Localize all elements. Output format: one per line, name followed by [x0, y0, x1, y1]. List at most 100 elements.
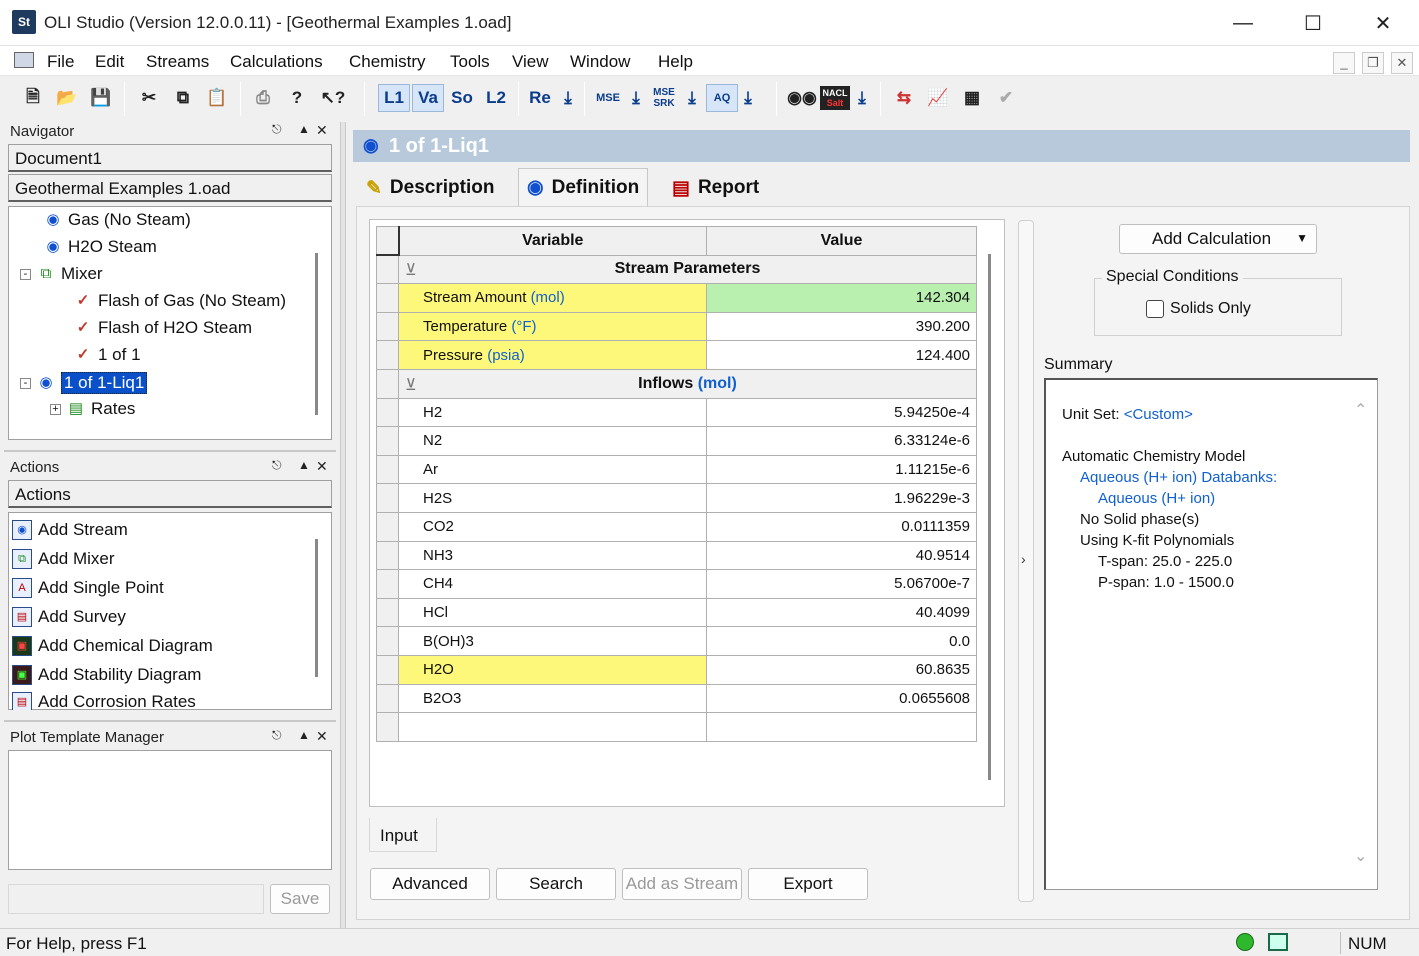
- table-row[interactable]: B2O3 0.0655608: [376, 683, 977, 714]
- collapse-pane-icon[interactable]: ▲: [298, 458, 310, 472]
- tab-description[interactable]: ✎ Description: [358, 170, 502, 206]
- menu-streams[interactable]: Streams: [146, 52, 209, 72]
- convert-units-icon[interactable]: ⇆: [890, 84, 918, 112]
- checkbox-box[interactable]: [1146, 300, 1164, 318]
- salt-down-arrow-icon[interactable]: ⤓: [852, 84, 872, 112]
- child-restore-button[interactable]: ❐: [1362, 52, 1384, 74]
- l2-button[interactable]: L2: [480, 84, 512, 112]
- child-close-button[interactable]: ✕: [1391, 52, 1413, 74]
- table-row[interactable]: HCl 40.4099: [376, 597, 977, 628]
- table-row[interactable]: H2O 60.8635: [376, 654, 977, 685]
- actions-scrollbar[interactable]: [315, 539, 318, 677]
- left-splitter[interactable]: [340, 122, 346, 928]
- tree-node-flash-h2o[interactable]: ✓ Flash of H2O Steam: [74, 318, 252, 338]
- param-value[interactable]: 390.200: [706, 311, 977, 342]
- table-row[interactable]: Temperature (°F) 390.200: [376, 311, 977, 342]
- menu-chemistry[interactable]: Chemistry: [349, 52, 426, 72]
- scroll-up-icon[interactable]: ⌃: [1354, 400, 1367, 420]
- va-button[interactable]: Va: [412, 84, 444, 112]
- save-template-button[interactable]: Save: [270, 884, 330, 914]
- grid-scrollbar[interactable]: [988, 254, 991, 780]
- pin-icon[interactable]: ⎋: [272, 728, 282, 743]
- add-corrosion-rates-action[interactable]: ▤ Add Corrosion Rates: [12, 692, 196, 710]
- help-icon[interactable]: ?: [284, 84, 310, 112]
- column-header-variable[interactable]: Variable: [398, 226, 707, 256]
- chart-icon[interactable]: 📈: [924, 84, 952, 112]
- nacl-salt-button[interactable]: NACL Salt: [820, 86, 850, 110]
- tree-node-mixer[interactable]: - ⧉ Mixer: [20, 264, 103, 284]
- add-single-point-action[interactable]: A Add Single Point: [12, 578, 164, 598]
- tree-node-gas[interactable]: ◉ Gas (No Steam): [44, 210, 190, 230]
- databank-link[interactable]: Aqueous (H+ ion): [1098, 490, 1215, 507]
- open-folder-icon[interactable]: 📂: [54, 84, 80, 112]
- add-survey-action[interactable]: ▤ Add Survey: [12, 607, 126, 627]
- expand-toggle-icon[interactable]: +: [50, 403, 61, 415]
- template-name-input[interactable]: [8, 884, 264, 914]
- child-minimize-button[interactable]: _: [1333, 52, 1355, 74]
- section-stream-parameters[interactable]: ⊻ Stream Parameters: [398, 254, 977, 285]
- search-button[interactable]: Search: [496, 868, 616, 900]
- panel-splitter[interactable]: ›: [1018, 220, 1034, 902]
- menu-tools[interactable]: Tools: [450, 52, 490, 72]
- aq-down-arrow-icon[interactable]: ⤓: [738, 84, 758, 112]
- minimize-button[interactable]: —: [1208, 0, 1278, 46]
- collapse-toggle-icon[interactable]: -: [20, 377, 31, 389]
- re-button[interactable]: Re: [524, 84, 556, 112]
- context-help-icon[interactable]: ↖?: [318, 84, 348, 112]
- param-value[interactable]: 124.400: [706, 340, 977, 370]
- properties-icon[interactable]: ▦: [958, 84, 986, 112]
- table-row[interactable]: Stream Amount (mol) 142.304: [376, 283, 977, 313]
- tree-node-flash-gas[interactable]: ✓ Flash of Gas (No Steam): [74, 291, 286, 311]
- menu-window[interactable]: Window: [570, 52, 630, 72]
- table-row[interactable]: CH4 5.06700e-7: [376, 569, 977, 599]
- add-chemical-diagram-action[interactable]: ▣ Add Chemical Diagram: [12, 636, 213, 656]
- section-collapse-icon[interactable]: ⊻: [405, 375, 417, 395]
- section-collapse-icon[interactable]: ⊻: [405, 260, 417, 280]
- tab-input[interactable]: Input: [369, 818, 437, 852]
- tree-scrollbar[interactable]: [315, 253, 318, 415]
- document-menu-icon[interactable]: [14, 52, 34, 68]
- tree-node-liq1[interactable]: - ◉ 1 of 1-Liq1: [20, 372, 148, 394]
- table-row[interactable]: B(OH)3 0.0: [376, 626, 977, 656]
- mse-button[interactable]: MSE: [592, 84, 624, 112]
- document-bar[interactable]: Document1: [8, 144, 332, 172]
- expand-arrow-icon[interactable]: ›: [1021, 551, 1026, 567]
- maximize-button[interactable]: ☐: [1278, 0, 1348, 46]
- plot-template-list[interactable]: [8, 750, 332, 870]
- cut-icon[interactable]: ✂: [136, 84, 162, 112]
- re-down-arrow-icon[interactable]: ⤓: [558, 84, 578, 112]
- close-pane-icon[interactable]: ✕: [316, 728, 328, 745]
- add-stability-diagram-action[interactable]: ▣ Add Stability Diagram: [12, 665, 201, 685]
- close-pane-icon[interactable]: ✕: [316, 122, 328, 139]
- collapse-pane-icon[interactable]: ▲: [298, 728, 310, 742]
- close-button[interactable]: ✕: [1348, 0, 1418, 46]
- unit-set-link[interactable]: <Custom>: [1124, 406, 1193, 423]
- menu-view[interactable]: View: [512, 52, 549, 72]
- scroll-down-icon[interactable]: ⌄: [1354, 846, 1367, 866]
- export-button[interactable]: Export: [748, 868, 868, 900]
- param-value[interactable]: 142.304: [706, 283, 977, 313]
- tree-node-rates[interactable]: + ▤ Rates: [50, 399, 135, 419]
- mse-srk-down-arrow-icon[interactable]: ⤓: [682, 84, 702, 112]
- add-calculation-dropdown[interactable]: Add Calculation ▼: [1119, 224, 1317, 254]
- mse-srk-button[interactable]: MSE SRK: [648, 84, 680, 112]
- menu-calculations[interactable]: Calculations: [230, 52, 323, 72]
- tree-node-1of1[interactable]: ✓ 1 of 1: [74, 345, 141, 365]
- l1-button[interactable]: L1: [378, 84, 410, 112]
- menu-file[interactable]: File: [47, 52, 74, 72]
- collapse-pane-icon[interactable]: ▲: [298, 122, 310, 136]
- add-stream-action[interactable]: ◉ Add Stream: [12, 520, 128, 540]
- table-row[interactable]: H2 5.94250e-4: [376, 397, 977, 428]
- print-icon[interactable]: ⎙: [250, 84, 276, 112]
- tab-definition[interactable]: ◉ Definition: [518, 168, 649, 206]
- menu-edit[interactable]: Edit: [95, 52, 124, 72]
- column-header-value[interactable]: Value: [706, 226, 977, 256]
- table-row[interactable]: Pressure (psia) 124.400: [376, 340, 977, 370]
- tab-report[interactable]: ▤ Report: [664, 170, 767, 206]
- databanks-link[interactable]: Aqueous (H+ ion) Databanks:: [1080, 469, 1277, 486]
- so-button[interactable]: So: [446, 84, 478, 112]
- collapse-toggle-icon[interactable]: -: [20, 268, 31, 280]
- mse-down-arrow-icon[interactable]: ⤓: [626, 84, 646, 112]
- copy-icon[interactable]: ⧉: [170, 84, 196, 112]
- add-mixer-action[interactable]: ⧉ Add Mixer: [12, 549, 115, 569]
